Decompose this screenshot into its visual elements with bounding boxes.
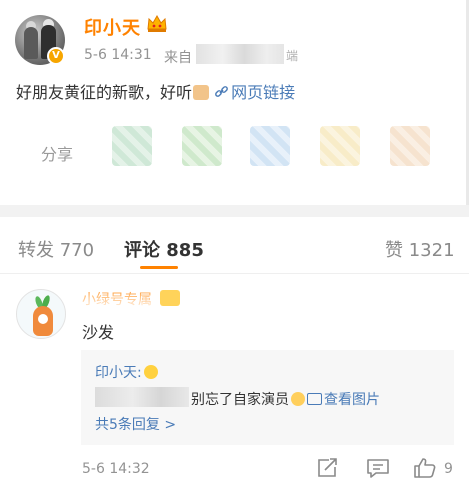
reply-content: 别忘了自家演员 查看图片 [191,389,380,409]
view-image-label: 查看图片 [324,392,380,408]
web-link-label: 网页链接 [231,83,296,102]
carrot-face [38,314,48,324]
smile-emoji-icon [143,365,158,379]
share-label: 分享 [41,145,74,164]
post-source-label: 来自 [164,50,192,66]
thumbs-up-emoji-icon [193,85,210,100]
comment-author-avatar[interactable] [16,289,66,339]
link-icon [215,86,229,97]
crown-icon[interactable] [146,14,168,34]
post-source-suffix: 端 [286,49,299,63]
tab-comments[interactable]: 评论 885 [124,236,204,262]
blurred-reply-text [95,387,189,407]
share-target-blurred[interactable] [320,126,360,166]
blurred-source-name [196,44,284,64]
view-image-link[interactable]: 查看图片 [307,392,380,408]
web-link[interactable]: 网页链接 [214,83,295,102]
blur-overlay [82,286,160,306]
member-badge-icon [160,290,180,306]
post-text: 好朋友黄征的新歌，好听 [16,83,193,102]
comment-icon[interactable] [366,457,390,479]
comment-time: 5-6 14:32 [82,461,150,477]
thumbs-up-icon[interactable] [413,457,437,479]
like-count: 9 [444,461,453,477]
active-tab-indicator [140,266,178,269]
share-target-blurred[interactable] [112,126,152,166]
post-content: 好朋友黄征的新歌，好听 网页链接 [16,79,295,103]
tab-reposts[interactable]: 转发 770 [18,236,94,262]
reply-author-name: 印小天: [95,365,142,381]
reply-text: 别忘了自家演员 [191,392,289,408]
tab-likes[interactable]: 赞 1321 [385,236,455,262]
post-time: 5-6 14:31 [84,47,152,63]
section-divider [0,205,469,217]
share-target-blurred[interactable] [390,126,430,166]
comment-text: 沙发 [82,323,115,342]
verified-v-icon: V [47,47,65,65]
share-icon[interactable] [316,457,340,479]
share-target-blurred[interactable] [182,126,222,166]
cat-emoji-icon [291,392,305,406]
share-target-blurred[interactable] [250,126,290,166]
more-replies-link[interactable]: 共5条回复 > [95,414,176,434]
avatar-figure [24,27,38,59]
reply-preview[interactable]: 印小天: 别忘了自家演员 查看图片 共5条回复 > [81,350,454,445]
post-author-name[interactable]: 印小天 [84,14,141,40]
image-icon [307,393,322,405]
tabs-divider [0,273,469,274]
reply-author[interactable]: 印小天: [95,362,158,382]
